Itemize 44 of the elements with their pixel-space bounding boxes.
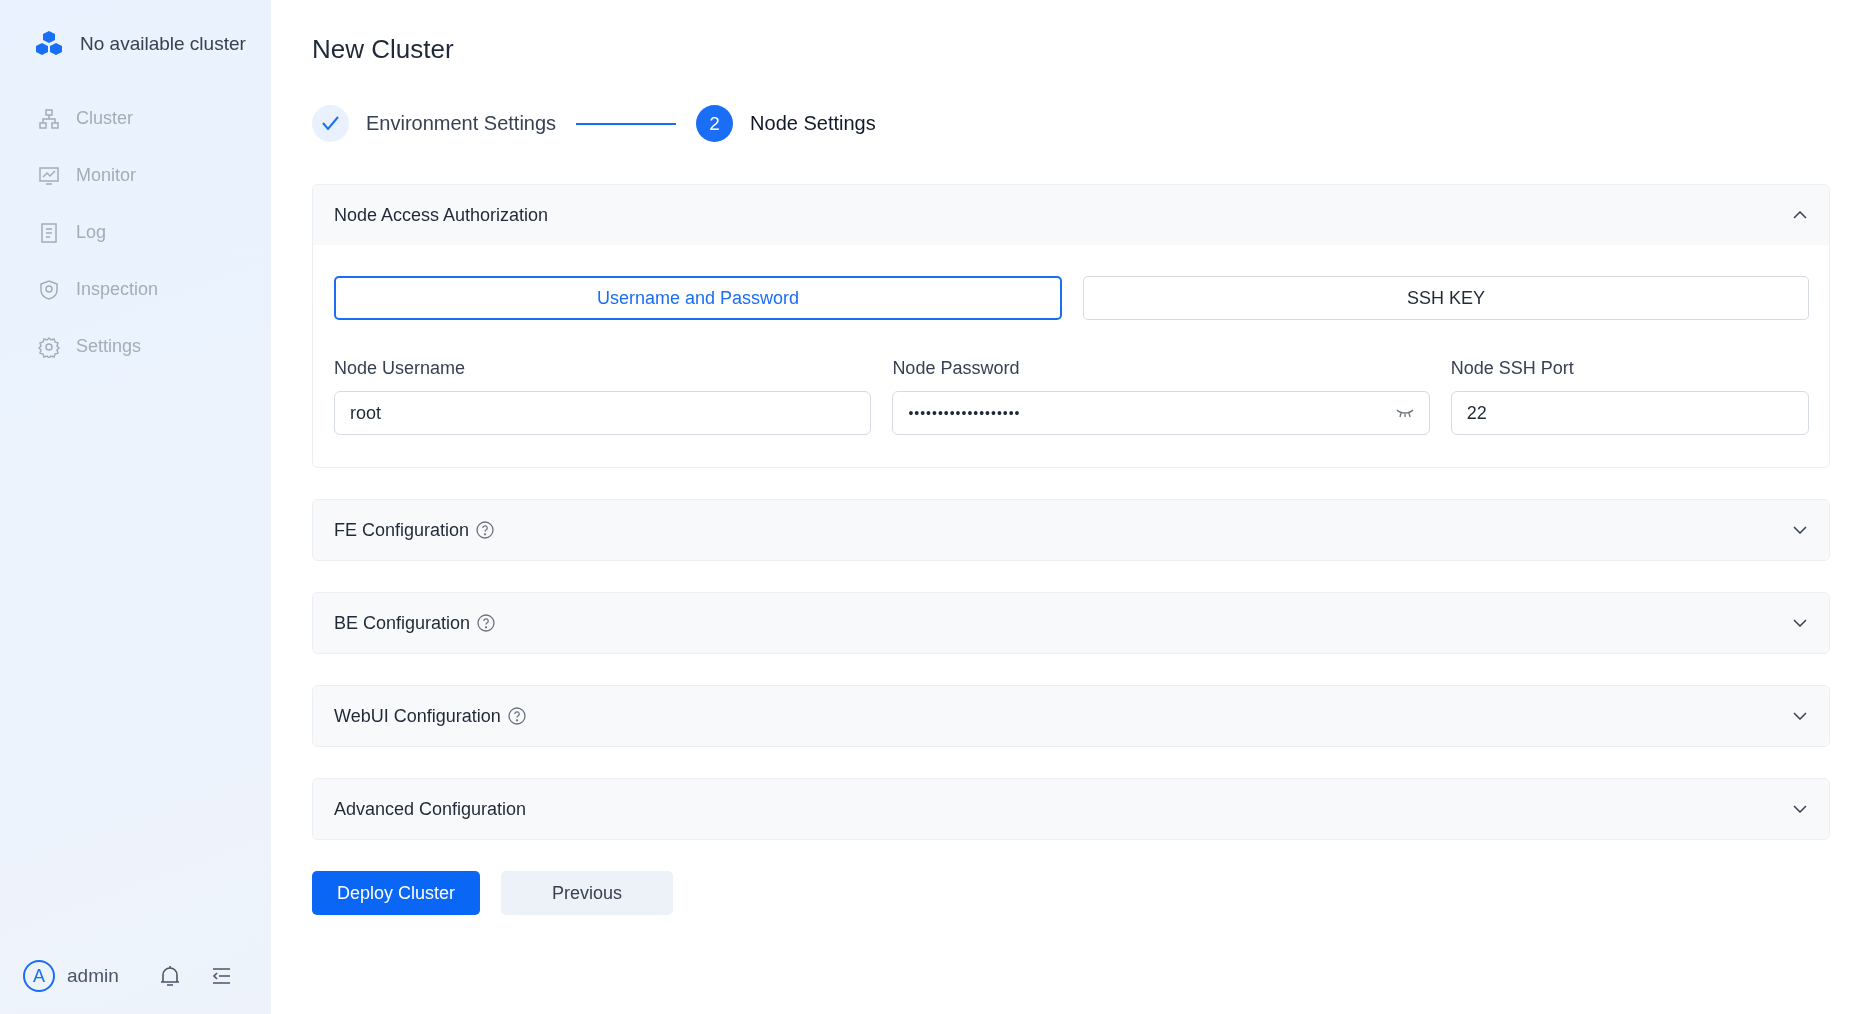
step-number: 2 — [696, 105, 734, 142]
menu-collapse-icon[interactable] — [211, 967, 231, 985]
panel-header[interactable]: Node Access Authorization — [313, 185, 1829, 245]
chevron-down-icon[interactable] — [1793, 526, 1807, 534]
panel-header[interactable]: WebUI Configuration — [313, 686, 1829, 746]
user-name: admin — [67, 965, 120, 987]
field-label: Node Username — [334, 358, 467, 379]
network-icon — [38, 107, 60, 130]
previous-button[interactable]: Previous — [501, 871, 674, 915]
field-label: Node SSH Port — [1450, 358, 1575, 379]
panel-title: FE Configuration — [334, 519, 470, 541]
panel-header[interactable]: FE Configuration — [313, 500, 1829, 560]
field-label: Node Password — [892, 358, 1021, 379]
help-icon[interactable] — [477, 614, 496, 632]
chevron-down-icon[interactable] — [1793, 619, 1807, 627]
document-icon — [38, 221, 60, 244]
password-field[interactable]: ••••••••••••••••••• — [892, 391, 1430, 435]
help-icon[interactable] — [507, 707, 526, 725]
monitor-icon — [38, 164, 60, 187]
panel-title: WebUI Configuration — [334, 705, 501, 727]
step-label: Node Settings — [750, 112, 876, 135]
panel-header[interactable]: Advanced Configuration — [313, 779, 1829, 839]
page-title: New Cluster — [312, 34, 455, 65]
panel-header[interactable]: BE Configuration — [313, 593, 1829, 653]
cubes-logo-icon — [34, 30, 64, 58]
shield-icon — [38, 278, 60, 301]
deploy-button[interactable]: Deploy Cluster — [312, 871, 481, 915]
eye-closed-icon[interactable] — [1395, 408, 1414, 418]
auth-method-tab[interactable]: SSH KEY — [1083, 276, 1809, 320]
chevron-down-icon[interactable] — [1793, 712, 1807, 720]
panel-title: Advanced Configuration — [334, 798, 527, 820]
cluster-name: No available cluster — [80, 33, 246, 55]
chevron-up-icon[interactable] — [1793, 211, 1807, 219]
settings-icon — [38, 335, 60, 358]
step-label: Environment Settings — [366, 112, 557, 135]
input-field[interactable]: 22 — [1450, 391, 1809, 435]
bell-icon[interactable] — [159, 964, 181, 988]
input-field[interactable]: root — [334, 391, 872, 435]
panel-title: BE Configuration — [334, 612, 471, 634]
panel-title: Node Access Authorization — [334, 204, 549, 226]
help-icon[interactable] — [476, 521, 495, 539]
chevron-down-icon[interactable] — [1793, 805, 1807, 813]
user-avatar[interactable]: A — [23, 960, 55, 992]
auth-method-tab[interactable]: Username and Password — [334, 276, 1062, 320]
